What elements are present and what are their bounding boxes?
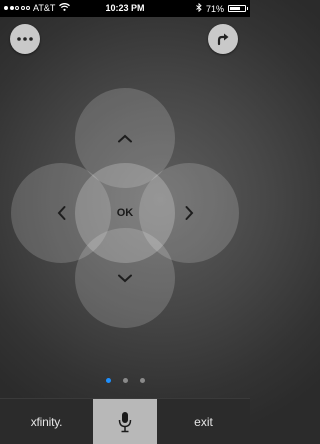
- ok-label: OK: [116, 206, 134, 219]
- chevron-left-icon: [57, 206, 65, 220]
- xfinity-logo: xfinity.: [30, 414, 63, 429]
- voice-button[interactable]: [93, 399, 157, 444]
- chevron-right-icon: [185, 206, 193, 220]
- chevron-down-icon: [118, 274, 132, 282]
- ok-button[interactable]: OK: [75, 163, 175, 263]
- chevron-up-icon: [118, 134, 132, 142]
- bottom-bar: xfinity. exit: [0, 398, 250, 444]
- exit-button[interactable]: exit: [157, 399, 250, 444]
- page-dot[interactable]: [105, 378, 111, 383]
- page-dot[interactable]: [139, 378, 145, 383]
- page-indicator: [0, 378, 250, 383]
- page-dot[interactable]: [122, 378, 128, 383]
- microphone-icon: [118, 411, 132, 432]
